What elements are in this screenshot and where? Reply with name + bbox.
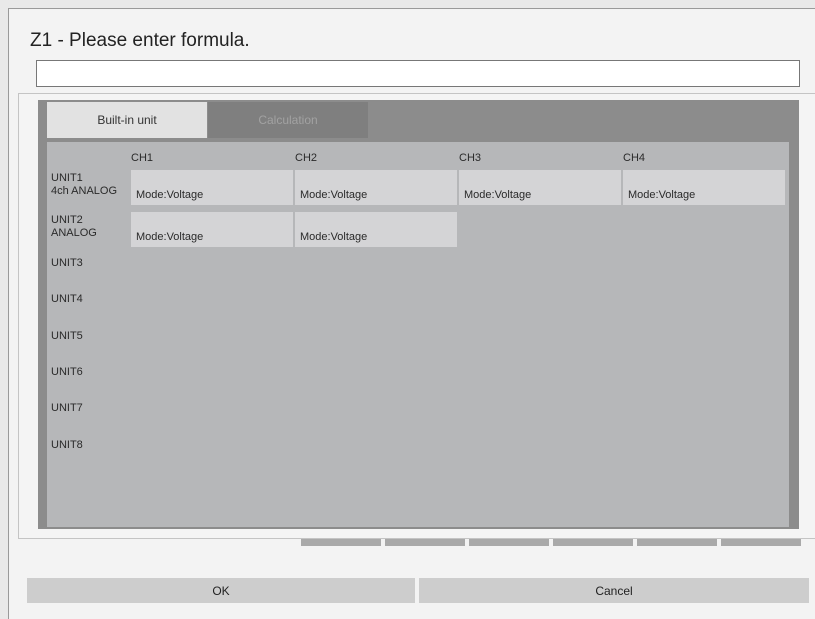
ch2-header: CH2 <box>295 152 318 164</box>
scroll-segment[interactable] <box>637 539 717 546</box>
ok-button[interactable]: OK <box>27 578 415 603</box>
unit1-type: 4ch ANALOG <box>51 185 118 197</box>
unit1-ch4-cell[interactable]: Mode:Voltage <box>623 170 785 205</box>
unit5-label: UNIT5 <box>51 330 83 342</box>
unit1-ch2-cell[interactable]: Mode:Voltage <box>295 170 457 205</box>
unit1-name: UNIT1 <box>51 172 83 184</box>
unit2-name: UNIT2 <box>51 214 83 226</box>
unit4-label: UNIT4 <box>51 293 83 305</box>
ch3-header: CH3 <box>459 152 482 164</box>
formula-input[interactable] <box>36 60 800 87</box>
unit7-label: UNIT7 <box>51 402 83 414</box>
unit1-ch1-cell[interactable]: Mode:Voltage <box>131 170 293 205</box>
tab-built-in-unit[interactable]: Built-in unit <box>47 102 207 138</box>
ch1-header: CH1 <box>131 152 154 164</box>
scroll-segment[interactable] <box>469 539 549 546</box>
unit1-label: UNIT1 4ch ANALOG <box>51 172 117 198</box>
unit8-label: UNIT8 <box>51 439 83 451</box>
unit2-type: ANALOG <box>51 227 97 239</box>
unit3-label: UNIT3 <box>51 257 83 269</box>
scroll-segment[interactable] <box>553 539 633 546</box>
ch4-header: CH4 <box>623 152 646 164</box>
cancel-button[interactable]: Cancel <box>419 578 809 603</box>
unit2-ch2-cell[interactable]: Mode:Voltage <box>295 212 457 247</box>
unit2-ch1-cell[interactable]: Mode:Voltage <box>131 212 293 247</box>
scroll-segment[interactable] <box>301 539 381 546</box>
dialog-title: Z1 - Please enter formula. <box>30 30 250 51</box>
unit1-ch3-cell[interactable]: Mode:Voltage <box>459 170 621 205</box>
scroll-segment[interactable] <box>385 539 465 546</box>
unit6-label: UNIT6 <box>51 366 83 378</box>
scroll-segment[interactable] <box>721 539 801 546</box>
tab-calculation[interactable]: Calculation <box>208 102 368 138</box>
unit2-label: UNIT2 ANALOG <box>51 214 97 240</box>
